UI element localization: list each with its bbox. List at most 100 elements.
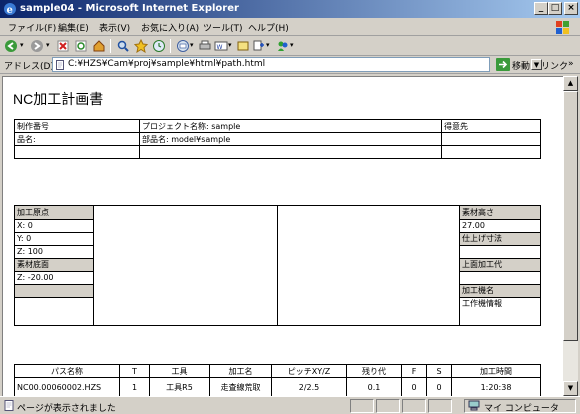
toolbar-separator [110,39,111,53]
col-speed: S [426,364,452,378]
col-pitch: ピッチXY/Z [271,364,347,378]
edit-icon[interactable]: W [214,39,228,53]
path-table: パス名称 T 工具 加工名 ピッチXY/Z 残り代 F S 加工時間 NC00.… [14,364,541,396]
search-icon[interactable] [116,39,130,53]
home-icon[interactable] [92,39,106,53]
go-arrow-icon[interactable] [496,58,510,71]
page-title: NC加工計画書 [13,91,104,107]
part-name-cell: 部品名: model¥sample [139,132,442,146]
finish-dimension-label: 仕上げ寸法 [460,232,540,246]
empty-cell [139,145,442,159]
empty-cell [16,297,93,310]
machine-info-label: 工作機情報 [462,299,502,309]
origin-y: Y: 0 [15,232,93,246]
menu-edit[interactable]: 編集(E) [58,21,89,34]
status-bar: ページが表示されました マイ コンピュータ [0,396,580,414]
svg-text:e: e [7,5,13,16]
address-label: アドレス(D) [4,62,54,72]
empty-shaded-cell [15,284,93,298]
menu-file[interactable]: ファイル(F) [8,21,56,34]
empty-cell [460,271,540,285]
cell-pitch: 2/2.5 [271,377,347,396]
ie-logo-icon: e [4,3,16,16]
address-bar: アドレス(D) C:¥HZS¥Cam¥proj¥sample¥html¥path… [0,56,580,74]
origin-x: X: 0 [15,219,93,233]
table-row: 制作番号 プロジェクト名称: sample 得意先 [14,119,541,133]
page-icon [56,60,64,70]
menu-bar: ファイル(F) 編集(E) 表示(V) お気に入り(A) ツール(T) ヘルプ(… [0,18,580,36]
scroll-up-icon[interactable]: ▲ [563,76,578,91]
stop-icon[interactable] [56,39,70,53]
empty-cell [14,145,140,159]
menu-tools[interactable]: ツール(T) [203,21,243,34]
address-url: C:¥HZS¥Cam¥proj¥sample¥html¥path.html [68,59,266,69]
page-done-icon [4,400,14,411]
scroll-down-icon[interactable]: ▼ [563,381,578,396]
back-dropdown-icon[interactable]: ▾ [20,41,24,49]
status-pane [402,399,426,413]
cell-allowance: 0.1 [346,377,402,396]
stock-bottom-label: 素材底面 [15,258,93,272]
links-chevron-icon[interactable]: » [568,59,574,69]
col-path-name: パス名称 [14,364,120,378]
research-icon[interactable] [252,39,266,53]
table-row [14,145,541,159]
vertical-scrollbar[interactable]: ▲ ▼ [563,76,578,396]
col-feed: F [401,364,427,378]
back-icon[interactable] [4,39,18,53]
empty-cell [460,245,540,259]
my-computer-icon [468,400,480,411]
favorites-icon[interactable] [134,39,148,53]
menu-favorites[interactable]: お気に入り(A) [141,21,199,34]
preview-area-left [93,205,278,326]
production-number-cell: 制作番号 [14,119,140,133]
empty-cell [441,145,541,159]
forward-dropdown-icon[interactable]: ▾ [46,41,50,49]
origin-z: Z: 100 [15,245,93,259]
print-icon[interactable] [198,39,212,53]
cell-path-name: NC00.00060002.HZS [14,377,120,396]
toolbar-separator [170,39,171,53]
col-tool: 工具 [149,364,210,378]
cell-tool: 工具R5 [149,377,210,396]
stock-height-value: 27.00 [460,219,540,233]
refresh-icon[interactable] [74,39,88,53]
status-pane [350,399,374,413]
maximize-button[interactable]: □ [548,2,562,15]
col-allowance: 残り代 [346,364,402,378]
stock-info-column: 素材高さ 27.00 仕上げ寸法 上面加工代 加工機名 工作機情報 [459,205,541,326]
close-button[interactable]: × [564,2,578,15]
status-pane [376,399,400,413]
mail-dropdown-icon[interactable]: ▾ [190,41,194,49]
status-text: ページが表示されました [17,404,116,414]
setup-table: 加工原点 X: 0 Y: 0 Z: 100 素材底面 Z: -20.00 素材高… [14,205,541,326]
menu-help[interactable]: ヘルプ(H) [248,21,289,34]
messenger-dropdown-icon[interactable]: ▾ [290,41,294,49]
cell-machining-time: 1:20:38 [451,377,541,396]
minimize-button[interactable]: _ [534,2,548,15]
origin-table: 加工原点 X: 0 Y: 0 Z: 100 素材底面 Z: -20.00 [15,206,93,311]
cell-speed: 0 [426,377,452,396]
client-cell: 得意先 [441,119,541,133]
research-dropdown-icon[interactable]: ▾ [266,41,270,49]
menu-view[interactable]: 表示(V) [99,21,130,34]
top-face-allowance-label: 上面加工代 [460,258,540,272]
history-icon[interactable] [152,39,166,53]
links-button[interactable]: リンク [541,59,568,72]
zone-text: マイ コンピュータ [484,404,559,414]
col-process-name: 加工名 [209,364,272,378]
edit-dropdown-icon[interactable]: ▾ [228,41,232,49]
scroll-thumb[interactable] [563,91,578,341]
stock-bottom-z: Z: -20.00 [15,271,93,285]
origin-label: 加工原点 [15,206,93,220]
status-pane [428,399,452,413]
go-button[interactable]: 移動 [512,59,530,72]
messenger-icon[interactable] [276,39,290,53]
mail-icon[interactable] [176,39,190,53]
address-input[interactable]: C:¥HZS¥Cam¥proj¥sample¥html¥path.html ▼ [52,57,542,72]
title-bar: e sample04 - Microsoft Internet Explorer… [0,0,580,18]
forward-icon[interactable] [30,39,44,53]
table-row: 品名: 部品名: model¥sample [14,132,541,146]
discuss-icon[interactable] [236,39,250,53]
windows-logo-icon [556,21,569,34]
